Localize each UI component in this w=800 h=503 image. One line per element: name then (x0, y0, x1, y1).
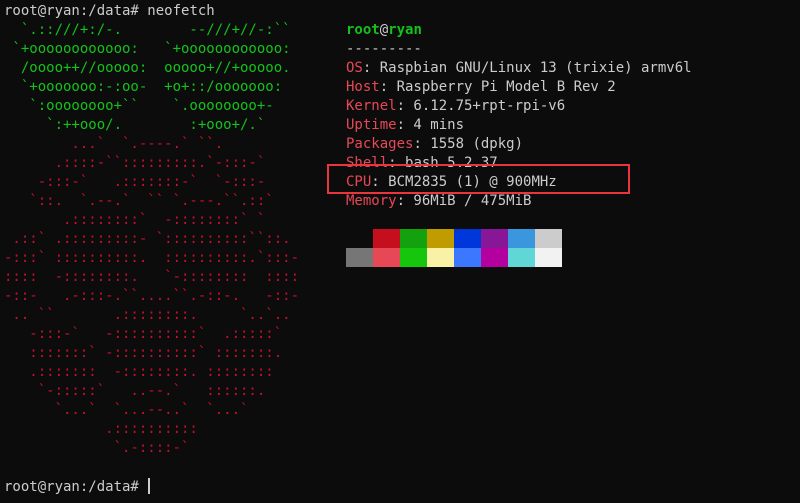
logo-berry-row: .. `` .::::::::. `..`.. (4, 307, 291, 323)
color-swatch (400, 248, 427, 267)
logo-berry-row: :::::::` -::::::::::` :::::::. (4, 345, 283, 361)
logo-berry-row: -:::-` .:::::::-` `-:::- (4, 174, 266, 190)
color-swatch (427, 248, 454, 267)
info-host: ryan (388, 22, 422, 38)
color-swatch (481, 229, 508, 248)
packages-key: Packages (346, 136, 414, 152)
info-at: @ (379, 22, 389, 38)
info-row-host: Host: Raspberry Pi Model B Rev 2 (346, 78, 692, 97)
title-separator: --------- (346, 41, 422, 57)
cpu-key: CPU (346, 174, 372, 190)
logo-berry-row: `-:::::` ..--.` ::::::. (4, 383, 266, 399)
logo-leaf-row: `:oooooooo+`` `.oooooooo+- (4, 98, 274, 114)
info-row-shell: Shell: bash 5.2.37 (346, 154, 692, 173)
host-value: : Raspberry Pi Model B Rev 2 (379, 79, 616, 95)
kernel-key: Kernel (346, 98, 397, 114)
logo-berry-row: .:::::::::: (4, 421, 198, 437)
distro-ascii-logo: `.::///+:/-. --///+//-:`` `+oooooooooooo… (4, 21, 299, 458)
color-swatch (346, 229, 373, 248)
logo-berry-row: -::- .-:::-.``....``.-::-. -::- (4, 288, 300, 304)
uptime-key: Uptime (346, 117, 397, 133)
logo-leaf-row: `+oooooooooooo: `+oooooooooooo: (4, 41, 291, 57)
info-row-memory: Memory: 96MiB / 475MiB (346, 192, 692, 211)
packages-value: : 1558 (dpkg) (413, 136, 524, 152)
shell-value: : bash 5.2.37 (388, 155, 498, 171)
terminal-window[interactable]: root@ryan:/data# neofetch `.::///+:/-. -… (0, 0, 800, 503)
info-row-kernel: Kernel: 6.12.75+rpt-rpi-v6 (346, 97, 692, 116)
cpu-value: : BCM2835 (1) @ 900MHz (371, 174, 557, 190)
info-row-uptime: Uptime: 4 mins (346, 116, 692, 135)
color-swatch (535, 229, 562, 248)
color-palette (346, 229, 562, 267)
logo-leaf-row: `+ooooooo:-:oo- +o+::/ooooooo: (4, 79, 283, 95)
logo-berry-row: `.-::::-` (4, 440, 190, 456)
command-text: neofetch (147, 3, 215, 19)
color-swatch (427, 229, 454, 248)
os-key: OS (346, 60, 363, 76)
logo-berry-row: .::::::::` -::::::::` ` (4, 212, 266, 228)
color-swatch (400, 229, 427, 248)
logo-berry-row: `...` `...--..` `...` (4, 402, 249, 418)
user-host-title: root@ryan (346, 21, 692, 40)
palette-bright-row (346, 248, 562, 267)
logo-leaf-row: `:++ooo/. :+ooo+/.` (4, 117, 266, 133)
logo-berry-row: :::: -::::::::. `-:::::::: :::: (4, 269, 300, 285)
logo-leaf-row: `.::///+:/-. --///+//-:`` (4, 22, 291, 38)
info-row-packages: Packages: 1558 (dpkg) (346, 135, 692, 154)
info-row-cpu: CPU: BCM2835 (1) @ 900MHz (346, 173, 692, 192)
logo-leaf-row: /oooo++//ooooo: ooooo+//+ooooo. (4, 60, 291, 76)
color-swatch (454, 229, 481, 248)
logo-berry-row: `::. `.--.` `` `.---.``.::` (4, 193, 274, 209)
color-swatch (373, 229, 400, 248)
os-value: : Raspbian GNU/Linux 13 (trixie) armv6l (362, 60, 692, 76)
memory-value: : 96MiB / 475MiB (396, 193, 532, 209)
info-user: root (346, 22, 380, 38)
command-prompt: root@ryan:/data# (4, 3, 148, 19)
shell-prompt: root@ryan:/data# (4, 479, 148, 495)
uptime-value: : 4 mins (396, 117, 465, 133)
system-info: root@ryan --------- OS: Raspbian GNU/Lin… (346, 21, 692, 211)
memory-key: Memory (346, 193, 397, 209)
logo-berry-row: .::` .:::::::::- `::::::::::``::. (4, 231, 291, 247)
palette-normal-row (346, 229, 562, 248)
host-key: Host (346, 79, 380, 95)
color-swatch (373, 248, 400, 267)
color-swatch (508, 248, 535, 267)
shell-prompt-line[interactable]: root@ryan:/data# (4, 478, 151, 497)
color-swatch (481, 248, 508, 267)
info-row-os: OS: Raspbian GNU/Linux 13 (trixie) armv6… (346, 59, 692, 78)
shell-key: Shell (346, 155, 389, 171)
text-cursor (148, 478, 151, 494)
color-swatch (454, 248, 481, 267)
logo-berry-row: -:::-` -::::::::::` .:::::` (4, 326, 283, 342)
logo-berry-row: .::::::: -::::::::. :::::::: (4, 364, 274, 380)
kernel-value: : 6.12.75+rpt-rpi-v6 (396, 98, 566, 114)
logo-berry-row: -:::` ::::::::::. ::::::::::.`:::- (4, 250, 300, 266)
logo-berry-row: ...` `.----.` ``. (4, 136, 224, 152)
logo-berry-row: .::::-``:::::::::.`-:::-` (4, 155, 266, 171)
color-swatch (508, 229, 535, 248)
color-swatch (535, 248, 562, 267)
color-swatch (346, 248, 373, 267)
command-line: root@ryan:/data# neofetch (4, 2, 215, 21)
